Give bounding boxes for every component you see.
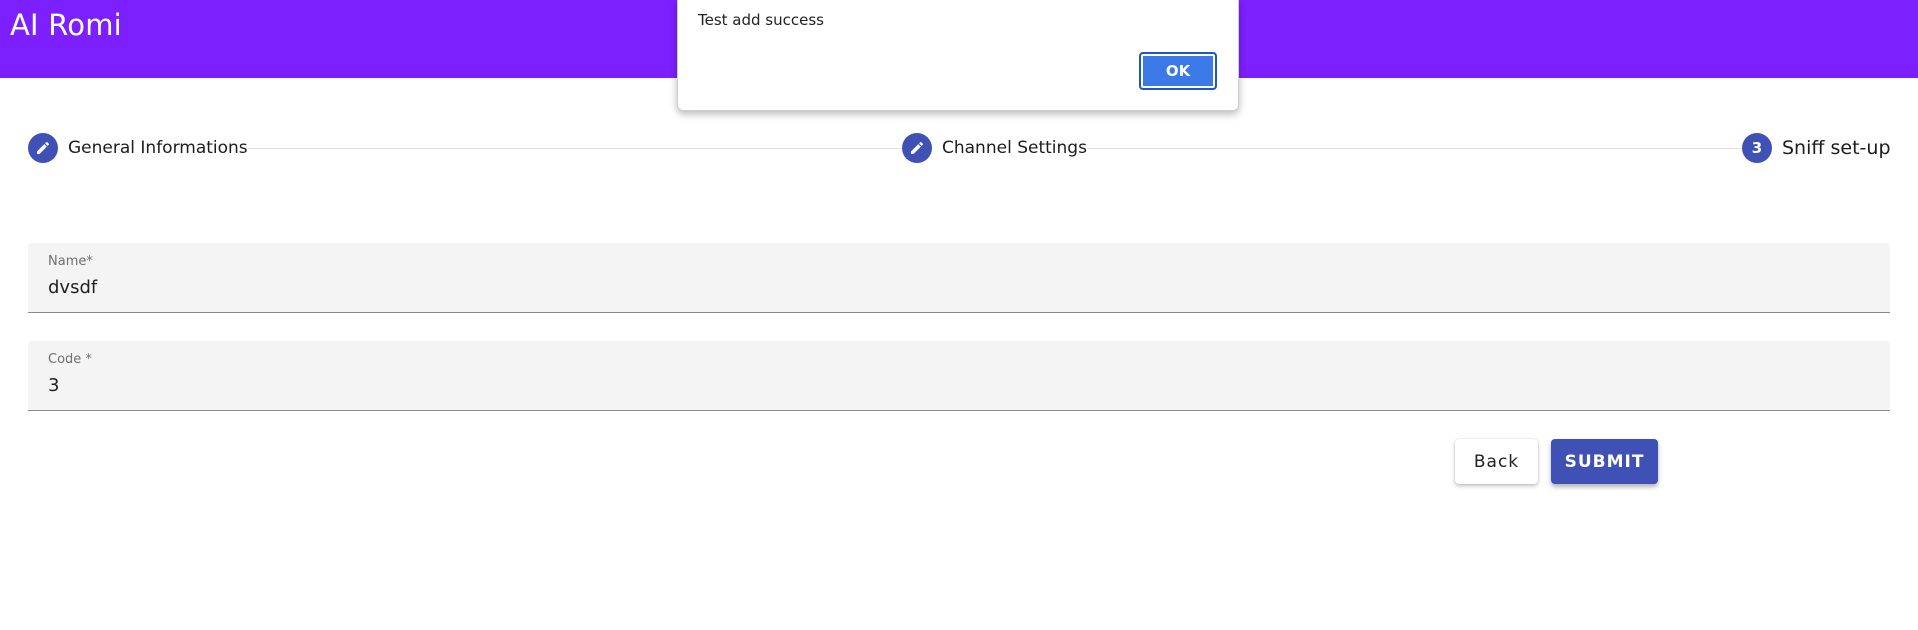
name-field-label: Name* bbox=[48, 254, 93, 269]
code-field-value[interactable]: 3 bbox=[48, 375, 59, 396]
app-title: AI Romi bbox=[10, 8, 122, 42]
code-field[interactable]: Code * 3 bbox=[28, 341, 1890, 411]
step-label: General Informations bbox=[68, 138, 248, 158]
pencil-icon bbox=[37, 141, 50, 154]
alert-dialog: Test add success OK bbox=[677, 0, 1239, 111]
step-general-informations[interactable]: General Informations bbox=[28, 131, 248, 165]
step-sniff-set-up[interactable]: 3 Sniff set-up bbox=[1742, 131, 1891, 165]
back-button[interactable]: Back bbox=[1455, 439, 1538, 484]
step-edit-icon bbox=[902, 133, 932, 163]
step-label: Channel Settings bbox=[942, 138, 1087, 158]
name-field[interactable]: Name* dvsdf bbox=[28, 243, 1890, 313]
step-connector bbox=[1086, 148, 1764, 149]
step-number: 3 bbox=[1742, 133, 1772, 163]
stepper: General Informations Channel Settings 3 … bbox=[28, 131, 1891, 165]
submit-button[interactable]: SUBMIT bbox=[1551, 439, 1658, 484]
step-edit-icon bbox=[28, 133, 58, 163]
ok-button[interactable]: OK bbox=[1139, 52, 1217, 90]
code-field-label: Code * bbox=[48, 352, 92, 367]
step-channel-settings[interactable]: Channel Settings bbox=[902, 131, 1087, 165]
step-connector bbox=[246, 148, 920, 149]
name-field-value[interactable]: dvsdf bbox=[48, 277, 97, 298]
alert-message: Test add success bbox=[698, 11, 824, 29]
pencil-icon bbox=[911, 141, 924, 154]
step-label: Sniff set-up bbox=[1782, 137, 1891, 159]
